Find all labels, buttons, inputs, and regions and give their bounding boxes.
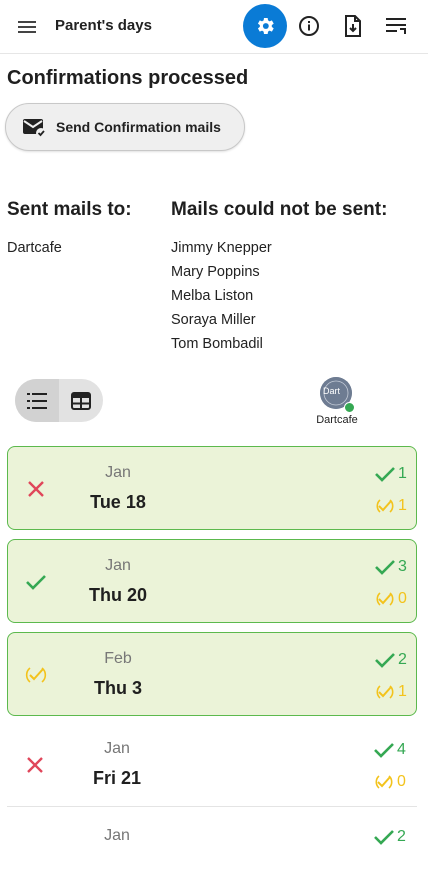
avatar-name: Dartcafe [316,414,358,426]
avatar-initials: Dart [323,386,341,396]
yes-count: 3 [374,558,407,576]
sent-mails-title: Sent mails to: [7,199,132,220]
gear-icon [257,18,274,34]
failed-mails-title: Mails could not be sent: [171,199,388,220]
online-status-dot [344,402,355,413]
sent-mails-list: Dartcafe [7,238,62,262]
date-month: Jan [104,740,130,757]
date-option-card[interactable]: Jan 2 [7,812,417,896]
app-title: Parent's days [55,17,152,34]
date-option-card[interactable]: Jan Fri 21 4 0 [7,723,417,807]
failed-mail-item: Jimmy Knepper [171,240,272,256]
yes-count: 2 [373,828,406,846]
failed-mail-item: Melba Liston [171,288,254,304]
failed-mail-item: Tom Bombadil [171,336,263,352]
top-bar: Parent's days [0,0,428,54]
view-toggle [15,379,103,422]
date-month: Jan [104,827,130,844]
no-icon [23,753,47,777]
export-file-icon[interactable] [339,12,367,40]
date-day: Thu 20 [88,585,147,605]
yes-icon [24,570,48,594]
failed-mail-item: Soraya Miller [171,312,256,328]
yes-count: 4 [373,741,406,759]
info-icon[interactable] [295,12,323,40]
no-icon [24,477,48,501]
sent-mail-item: Dartcafe [7,240,62,256]
date-day: Fri 21 [92,768,142,788]
date-option-card[interactable]: Jan Thu 20 3 0 [7,539,417,623]
check-icon [374,830,394,845]
maybe-check-icon [376,499,394,513]
maybe-count: 1 [374,497,407,515]
date-month: Jan [105,464,131,481]
maybe-check-icon [375,775,393,789]
list-icon [27,392,47,409]
date-month: Jan [105,557,131,574]
maybe-icon [24,663,48,687]
sidebar-menu-icon[interactable] [383,12,411,40]
check-icon [374,743,394,758]
failed-mail-item: Mary Poppins [171,264,260,280]
check-icon [375,653,395,668]
menu-icon[interactable] [14,14,40,40]
table-view-button[interactable] [59,379,103,422]
send-button-label: Send Confirmation mails [56,119,221,135]
failed-mails-list: Jimmy Knepper Mary Poppins Melba Liston … [171,238,272,358]
mail-check-icon [21,114,47,140]
maybe-count: 0 [374,590,407,608]
check-icon [375,467,395,482]
date-option-card[interactable]: Feb Thu 3 2 1 [7,632,417,716]
date-day: Thu 3 [94,678,142,698]
section-title: Confirmations processed [7,67,249,89]
maybe-check-icon [376,592,394,606]
yes-count: 2 [374,651,407,669]
maybe-count: 0 [373,773,406,791]
maybe-count: 1 [374,683,407,701]
date-month: Feb [104,650,132,667]
date-day: Tue 18 [90,492,146,512]
check-icon [375,560,395,575]
table-icon [71,391,91,410]
date-option-card[interactable]: Jan Tue 18 1 1 [7,446,417,530]
settings-button[interactable] [243,4,287,48]
send-confirmation-mails-button[interactable]: Send Confirmation mails [5,103,245,151]
yes-count: 1 [374,465,407,483]
maybe-check-icon [376,685,394,699]
list-view-button[interactable] [15,379,59,422]
